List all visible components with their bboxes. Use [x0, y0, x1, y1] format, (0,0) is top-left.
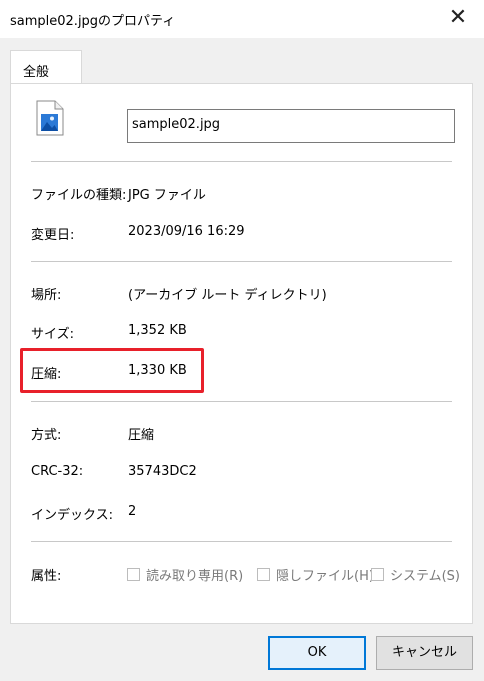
ok-button[interactable]: OK — [268, 636, 366, 670]
crc-label: CRC-32: — [31, 464, 84, 479]
cancel-button[interactable]: キャンセル — [376, 636, 473, 670]
hidden-label: 隠しファイル(H) — [276, 569, 374, 584]
modified-label: 変更日: — [31, 228, 75, 243]
checkbox-box — [127, 568, 140, 581]
crc-value: 35743DC2 — [128, 464, 197, 479]
checkbox-box — [371, 568, 384, 581]
modified-value: 2023/09/16 16:29 — [128, 224, 245, 239]
divider — [31, 161, 452, 162]
checkbox-box — [257, 568, 270, 581]
size-value: 1,352 KB — [128, 323, 187, 338]
window-title: sample02.jpgのプロパティ — [10, 14, 176, 29]
readonly-label: 読み取り専用(R) — [146, 569, 244, 584]
divider — [31, 401, 452, 402]
location-value: (アーカイブ ルート ディレクトリ) — [128, 288, 327, 303]
system-label: システム(S) — [390, 569, 461, 584]
readonly-checkbox[interactable]: 読み取り専用(R) — [127, 565, 243, 584]
filename-field[interactable]: sample02.jpg — [127, 109, 455, 143]
method-label: 方式: — [31, 428, 62, 443]
properties-dialog: sample02.jpgのプロパティ ✕ 全般 sample02.jpg ファイ… — [0, 0, 484, 681]
image-file-icon — [36, 100, 64, 136]
divider — [31, 541, 452, 542]
title-bar: sample02.jpgのプロパティ ✕ — [0, 0, 484, 38]
highlight-box — [20, 348, 204, 393]
index-label: インデックス: — [31, 508, 113, 523]
system-checkbox[interactable]: システム(S) — [371, 565, 460, 584]
file-type-value: JPG ファイル — [128, 188, 206, 203]
attributes-label: 属性: — [31, 569, 62, 584]
index-value: 2 — [128, 504, 137, 519]
size-label: サイズ: — [31, 327, 74, 342]
hidden-checkbox[interactable]: 隠しファイル(H) — [257, 565, 374, 584]
location-label: 場所: — [31, 288, 62, 303]
divider — [31, 261, 452, 262]
file-type-label: ファイルの種類: — [31, 188, 127, 203]
tab-general[interactable]: 全般 — [10, 50, 82, 84]
close-icon[interactable]: ✕ — [446, 6, 470, 30]
method-value: 圧縮 — [128, 428, 155, 443]
